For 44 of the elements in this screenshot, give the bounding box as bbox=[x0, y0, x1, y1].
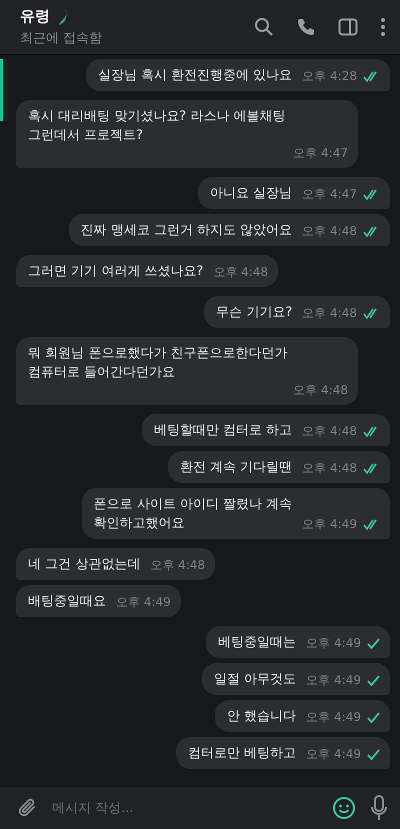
more-menu-icon[interactable] bbox=[380, 17, 386, 37]
message-text: 그러면 기기 여러게 쓰셨나요? bbox=[28, 263, 204, 281]
message-text: 혹시 대리배팅 맞기셨나요? 라스나 에볼채팅 그런데서 프로젝트? bbox=[28, 108, 286, 145]
message-time: 오후 4:28 bbox=[302, 68, 357, 85]
message-time: 오후 4:48 bbox=[302, 423, 357, 440]
message-text: 안 했습니다 bbox=[227, 708, 296, 726]
message-text: 무슨 기기요? bbox=[216, 304, 292, 322]
message-time: 오후 4:49 bbox=[306, 746, 361, 763]
message-input[interactable]: 메시지 작성... bbox=[52, 794, 318, 822]
message-text: 실장님 혹시 환전진행중에 있나요 bbox=[98, 67, 292, 85]
microphone-icon[interactable] bbox=[370, 795, 388, 821]
message-time: 오후 4:49 bbox=[306, 709, 361, 726]
message-time: 오후 4:48 bbox=[302, 305, 357, 322]
contact-name: 유령 bbox=[20, 7, 50, 26]
search-icon[interactable] bbox=[254, 17, 274, 37]
message-time: 오후 4:47 bbox=[293, 145, 348, 162]
message-text: 컴터로만 베팅하고 bbox=[188, 745, 296, 763]
message-time: 오후 4:48 bbox=[302, 460, 357, 477]
message-time: 오후 4:48 bbox=[150, 557, 206, 574]
message-time: 오후 4:48 bbox=[302, 223, 357, 240]
message-time: 오후 4:47 bbox=[302, 186, 357, 203]
message-time: 오후 4:48 bbox=[213, 264, 268, 281]
message-text: 네 그건 상관없는데 bbox=[28, 556, 140, 574]
message-text: 환전 계속 기다릴땐 bbox=[180, 459, 292, 477]
message-composer[interactable]: 메시지 작성... bbox=[0, 787, 400, 829]
message-text: 베팅중일때는 bbox=[218, 634, 296, 652]
message-time: 오후 4:48 bbox=[293, 382, 348, 399]
phone-icon[interactable] bbox=[296, 17, 316, 37]
message-text: 폰으로 사이트 아이디 짤렸나 계속 확인하고했어요 bbox=[94, 496, 292, 533]
message-text: 아니요 실장님 bbox=[210, 185, 292, 203]
message-text: 베팅할때만 컴터로 하고 bbox=[154, 422, 292, 440]
message-text: 일절 아무것도 bbox=[214, 671, 296, 689]
message-text: 진짜 맹세코 그런거 하지도 않았어요 bbox=[80, 222, 292, 240]
smiley-icon[interactable] bbox=[332, 796, 356, 820]
message-time: 오후 4:49 bbox=[302, 516, 357, 533]
leaf-icon bbox=[58, 8, 68, 26]
message-text: 배팅중일때요 bbox=[28, 593, 106, 611]
sidebar-toggle-icon[interactable] bbox=[338, 18, 358, 36]
paperclip-icon[interactable] bbox=[18, 797, 38, 819]
message-time: 오후 4:49 bbox=[306, 672, 361, 689]
last-seen-status: 최근에 접속함 bbox=[20, 30, 102, 47]
message-time: 오후 4:49 bbox=[306, 635, 361, 652]
message-text: 뭐 회원님 폰으로했다가 친구폰으로한다던가 컴퓨터로 들어간다던가요 bbox=[28, 345, 288, 382]
message-time: 오후 4:49 bbox=[116, 594, 171, 611]
